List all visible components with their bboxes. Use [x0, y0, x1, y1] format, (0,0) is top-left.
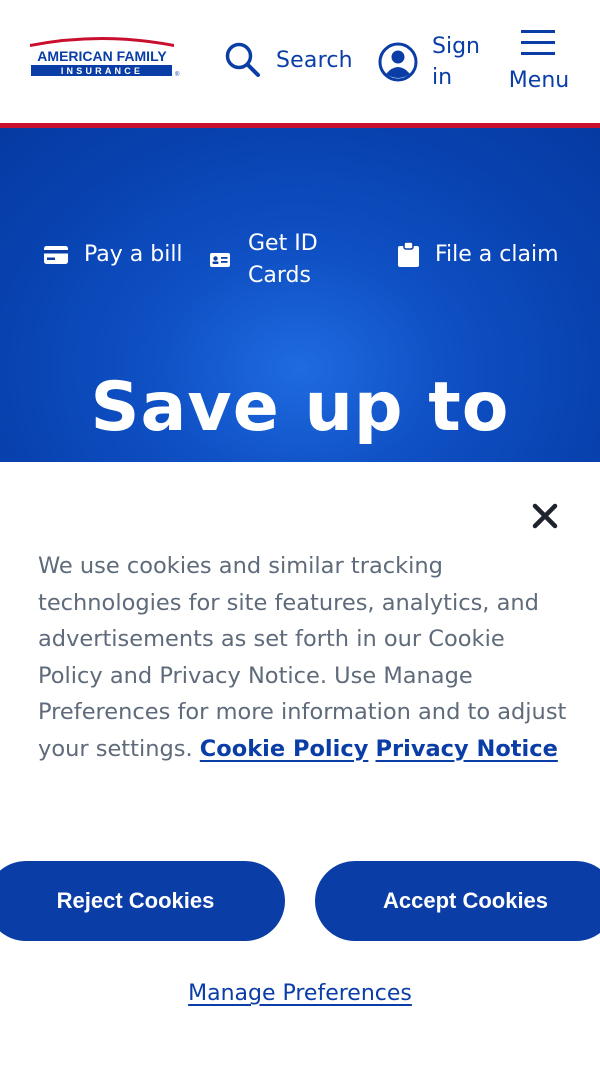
credit-card-icon	[44, 245, 68, 264]
logo-wordmark: AMERICAN FAMILY	[37, 48, 167, 64]
get-id-cards-label: Get ID Cards	[248, 231, 318, 288]
site-header: AMERICAN FAMILY INSURANCE ® Search Sign …	[0, 0, 600, 123]
search-label: Search	[276, 47, 353, 73]
pay-bill-label: Pay a bill	[84, 242, 183, 267]
clipboard-icon	[398, 242, 419, 267]
hero-headline: Save up to	[90, 368, 510, 447]
hero-banner: Pay a bill Get ID Cards File a claim Sav…	[0, 128, 600, 462]
logo-registered-mark: ®	[175, 71, 180, 78]
logo-subword: INSURANCE	[61, 66, 143, 76]
pay-bill-link[interactable]: Pay a bill	[44, 242, 183, 267]
logo-mark: AMERICAN FAMILY INSURANCE ®	[30, 37, 180, 78]
file-claim-link[interactable]: File a claim	[398, 242, 559, 267]
id-card-icon	[210, 253, 230, 267]
search-icon	[225, 42, 260, 77]
cookie-message: We use cookies and similar tracking tech…	[38, 548, 568, 767]
menu-label: Menu	[508, 68, 570, 93]
menu-button[interactable]: Menu	[505, 26, 573, 96]
accept-cookies-button[interactable]: Accept Cookies	[315, 861, 600, 941]
file-claim-label: File a claim	[435, 242, 559, 267]
american-family-logo[interactable]: AMERICAN FAMILY INSURANCE ®	[28, 33, 180, 79]
search-button[interactable]: Search	[224, 40, 353, 80]
sign-in-button[interactable]: Sign in	[378, 30, 488, 94]
cookie-message-text: We use cookies and similar tracking tech…	[38, 553, 567, 762]
hamburger-icon	[521, 30, 555, 55]
get-id-cards-link[interactable]: Get ID Cards	[210, 228, 328, 292]
manage-preferences-link[interactable]: Manage Preferences	[0, 981, 600, 1006]
reject-cookies-button[interactable]: Reject Cookies	[0, 861, 285, 941]
cookie-consent-banner: We use cookies and similar tracking tech…	[0, 462, 600, 1065]
close-icon	[532, 503, 558, 529]
user-circle-icon	[378, 42, 418, 82]
close-banner-button[interactable]	[530, 501, 560, 531]
sign-in-label: Sign in	[432, 34, 480, 90]
privacy-notice-link[interactable]: Privacy Notice	[376, 736, 558, 762]
cookie-policy-link[interactable]: Cookie Policy	[200, 736, 369, 762]
